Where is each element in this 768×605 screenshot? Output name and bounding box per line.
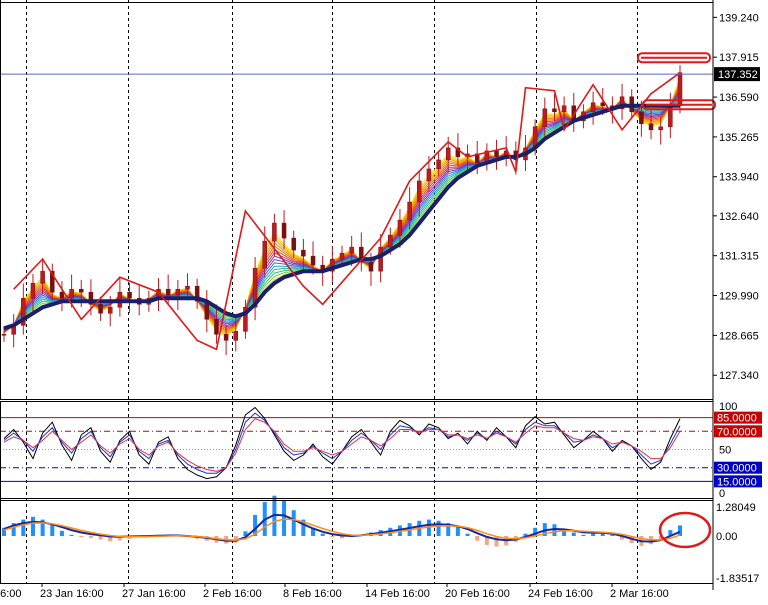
macd-histogram-bar — [50, 524, 55, 537]
chart-canvas: 16:00 23 Jan 16:00 27 Jan 16:00 2 Feb 16:00… — [0, 0, 768, 605]
stochastic-level-label: 70.0000 — [717, 426, 757, 438]
x-tick-label: 20 Feb 16:00 — [445, 588, 510, 600]
x-tick-label: 8 Feb 16:00 — [283, 588, 342, 600]
candle-body — [426, 168, 432, 182]
x-tick-label: 23 Jan 16:00 — [40, 588, 104, 600]
macd-histogram-bar — [79, 536, 84, 538]
candle-body — [223, 334, 229, 341]
stochastic-level-label: 85.0000 — [717, 413, 757, 425]
candle-body — [658, 126, 663, 131]
candle-body — [349, 246, 354, 254]
stochastic-level-label: 15.0000 — [717, 476, 757, 488]
candle-body — [436, 159, 441, 170]
price-y-tick-label: 129.990 — [719, 291, 759, 303]
candle-body — [233, 331, 239, 341]
candle-body — [281, 222, 287, 239]
macd-histogram-bar — [291, 510, 296, 537]
macd-histogram-bar — [98, 536, 103, 540]
x-tick-label: 2 Feb 16:00 — [203, 588, 262, 600]
candle-body — [310, 255, 316, 266]
candle-body — [590, 102, 596, 113]
candle-body — [639, 111, 644, 125]
candle-body — [339, 252, 345, 260]
candle-body — [79, 288, 84, 293]
candle-body — [368, 261, 374, 272]
macd-histogram-bar — [678, 525, 682, 537]
price-y-tick-label: 131.315 — [719, 251, 759, 263]
candle-body — [648, 123, 654, 131]
candle-body — [40, 270, 45, 284]
macd-y-tick-label: -1.83517 — [716, 573, 759, 585]
x-tick-label: 27 Jan 16:00 — [122, 588, 186, 600]
macd-histogram-bar — [494, 536, 499, 547]
macd-histogram-bar — [69, 534, 74, 537]
candle-body — [175, 288, 181, 296]
macd-histogram-bar — [30, 516, 35, 537]
stochastic-level-label: 30.0000 — [717, 463, 757, 475]
macd-histogram-bar — [59, 530, 64, 537]
x-tick-label: 16:00 — [0, 588, 22, 600]
macd-histogram-bar — [571, 532, 576, 537]
candle-body — [98, 304, 103, 314]
candle-body — [59, 291, 65, 299]
price-y-tick-label: 135.265 — [719, 132, 759, 144]
candle-body — [127, 291, 132, 299]
candle-body — [262, 240, 267, 269]
price-y-tick-label: 132.640 — [719, 211, 759, 223]
price-y-tick-label: 127.340 — [719, 370, 759, 382]
candle-body — [165, 288, 171, 296]
x-tick-label: 2 Mar 16:00 — [610, 588, 669, 600]
candle-body — [185, 285, 190, 290]
candle-body — [291, 237, 296, 251]
macd-y-tick-label: 1.28049 — [716, 502, 756, 514]
candle-body — [69, 288, 74, 299]
stochastic-y-tick-label: 50 — [719, 445, 731, 457]
candle-body — [417, 180, 422, 203]
macd-histogram-bar — [320, 533, 325, 537]
candle-body — [407, 201, 412, 221]
x-tick-label: 14 Feb 16:00 — [365, 588, 430, 600]
macd-histogram-bar — [465, 533, 470, 537]
candle-body — [30, 282, 36, 299]
current-price-label: 137.352 — [718, 69, 758, 81]
candle-body — [561, 105, 567, 113]
candle-body — [445, 147, 451, 161]
macd-y-tick-label: 0.00 — [716, 531, 737, 543]
candle-body — [378, 246, 383, 272]
price-y-tick-label: 128.665 — [719, 330, 759, 342]
candle-body — [301, 249, 306, 257]
candle-body — [1, 334, 7, 336]
candle-body — [397, 219, 403, 236]
stochastic-y-tick-label: 100 — [719, 401, 737, 413]
macd-histogram-bar — [88, 536, 93, 538]
candle-body — [107, 307, 113, 314]
macd-histogram-bar — [581, 534, 586, 537]
macd-histogram-bar — [330, 536, 335, 538]
macd-histogram-bar — [455, 526, 460, 537]
candle-body — [494, 150, 499, 158]
stochastic-y-tick-label: 0 — [719, 488, 725, 500]
macd-histogram-bar — [475, 536, 480, 541]
macd-histogram-bar — [436, 520, 441, 537]
candle-body — [214, 319, 219, 335]
x-tick-label: 24 Feb 16:00 — [528, 588, 593, 600]
candle-body — [388, 234, 393, 248]
price-y-tick-label: 133.940 — [719, 172, 759, 184]
candle-body — [552, 108, 557, 113]
price-y-tick-label: 137.915 — [719, 52, 759, 64]
candle-body — [272, 222, 277, 242]
price-y-tick-label: 136.590 — [719, 92, 759, 104]
macd-histogram-bar — [591, 533, 596, 537]
candle-body — [542, 108, 548, 128]
price-y-tick-label: 139.240 — [719, 12, 759, 24]
